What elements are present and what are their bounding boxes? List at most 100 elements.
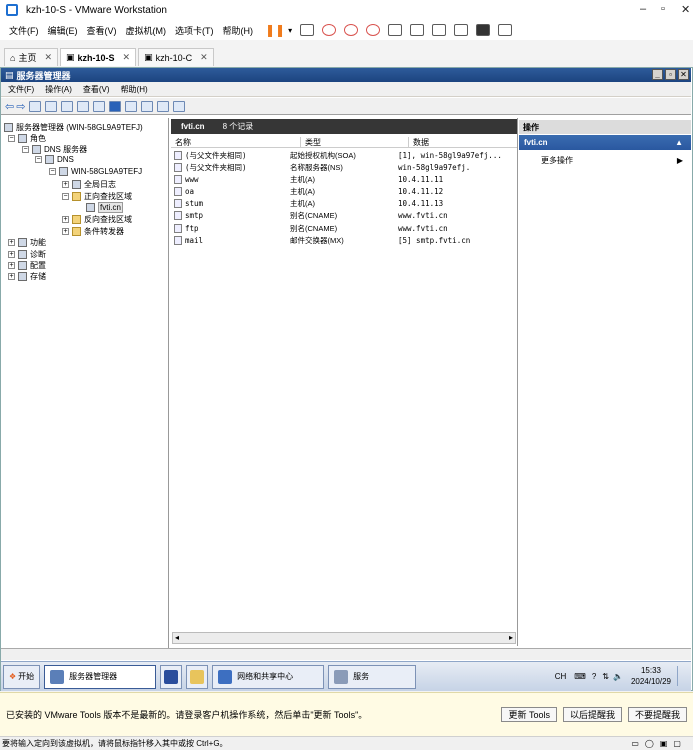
tree-reverse-zones[interactable]: + 反向查找区域 — [62, 214, 132, 225]
restore-icon[interactable]: ▫ — [665, 69, 676, 80]
table-row[interactable]: smtp 别名(CNAME) www.fvti.cn — [174, 209, 514, 221]
collapse-icon[interactable]: − — [49, 168, 56, 175]
taskbar-explorer[interactable] — [186, 664, 209, 689]
horizontal-scrollbar[interactable]: ◂ ▸ — [172, 632, 516, 644]
actions-section[interactable]: fvti.cn ▲ — [519, 135, 691, 150]
stretch-icon[interactable] — [498, 24, 513, 36]
tree-configuration[interactable]: + 配置 — [8, 260, 46, 271]
ime-indicator[interactable]: CH — [555, 672, 567, 681]
close-icon[interactable]: ✕ — [123, 52, 131, 63]
properties-icon[interactable] — [61, 100, 74, 112]
tree-forward-zones[interactable]: − 正向查找区域 — [62, 191, 132, 202]
taskbar-server-manager[interactable]: 服务器管理器 — [44, 664, 157, 689]
help-icon[interactable]: ? — [592, 672, 596, 681]
chevron-down-icon[interactable]: ▾ — [288, 26, 292, 35]
expand-icon[interactable]: + — [62, 216, 69, 223]
network-tray-icon[interactable]: ⇅ — [602, 672, 609, 681]
tab-home[interactable]: ⌂ 主页 ✕ — [4, 48, 58, 66]
collapse-icon[interactable]: − — [35, 156, 42, 163]
fullscreen-icon[interactable] — [432, 24, 447, 36]
pause-icon[interactable]: ❚❚ — [265, 23, 285, 37]
table-row[interactable]: stum 主机(A) 10.4.11.13 — [174, 197, 514, 209]
column-type[interactable]: 类型 — [301, 137, 409, 147]
tree-host[interactable]: − WIN-58GL9A9TEFJ — [49, 167, 142, 176]
library-view-icon[interactable] — [388, 24, 403, 36]
thumbnail-view-icon[interactable] — [410, 24, 425, 36]
tab-kzh-10-s[interactable]: ▣ kzh-10-S ✕ — [60, 48, 137, 66]
export-icon[interactable] — [93, 100, 106, 112]
remind-later-button[interactable]: 以后提醒我 — [562, 707, 622, 722]
tree-zone-fvti[interactable]: fvti.cn — [86, 202, 123, 213]
never-remind-button[interactable]: 不要提醒我 — [627, 707, 687, 722]
expand-icon[interactable]: + — [8, 239, 15, 246]
menu-vm[interactable]: 虚拟机(M) — [126, 24, 167, 37]
expand-icon[interactable]: + — [8, 262, 15, 269]
send-ctrl-alt-del-icon[interactable] — [300, 24, 315, 36]
scroll-right-icon[interactable]: ▸ — [509, 633, 513, 642]
tree-dns-server[interactable]: − DNS 服务器 — [22, 144, 87, 155]
tree-global-logs[interactable]: + 全局日志 — [62, 179, 116, 190]
expand-icon[interactable]: + — [8, 273, 15, 280]
scroll-left-icon[interactable]: ◂ — [175, 633, 179, 642]
collapse-icon[interactable]: − — [8, 135, 15, 142]
device-icons[interactable]: ▭◯▣▢ — [631, 739, 687, 748]
table-row[interactable]: www 主机(A) 10.4.11.11 — [174, 173, 514, 185]
close-icon[interactable]: ✕ — [678, 69, 689, 80]
taskbar-services[interactable]: 服务 — [328, 664, 417, 689]
menu-help[interactable]: 帮助(H) — [223, 24, 254, 37]
menu-view[interactable]: 查看(V) — [87, 24, 117, 37]
keyboard-icon[interactable]: ⌨ — [574, 672, 586, 681]
close-icon[interactable]: ✕ — [44, 52, 52, 63]
more-actions[interactable]: 更多操作 ▶ — [519, 153, 691, 167]
tab-kzh-10-c[interactable]: ▣ kzh-10-C ✕ — [138, 48, 214, 66]
tree-conditional[interactable]: + 条件转发器 — [62, 226, 124, 237]
revert-snapshot-icon[interactable] — [344, 24, 359, 36]
expand-icon[interactable]: + — [62, 181, 69, 188]
close-icon[interactable]: ✕ — [200, 52, 208, 63]
tree-root[interactable]: 服务器管理器 (WIN-58GL9A9TEFJ) — [4, 122, 143, 133]
volume-icon[interactable]: 🔈 — [613, 672, 623, 681]
snapshot-icon[interactable] — [322, 24, 337, 36]
collapse-icon[interactable]: − — [62, 193, 69, 200]
help-icon[interactable] — [109, 100, 122, 112]
expand-icon[interactable]: + — [8, 251, 15, 258]
tree-diagnostics[interactable]: + 诊断 — [8, 249, 46, 260]
tree-roles[interactable]: − 角色 — [8, 133, 46, 144]
mmc-menu-view[interactable]: 查看(V) — [83, 84, 110, 95]
show-desktop-button[interactable] — [677, 666, 687, 686]
minimize-icon[interactable]: _ — [652, 69, 663, 80]
update-tools-button[interactable]: 更新 Tools — [501, 707, 557, 722]
tree-storage[interactable]: + 存储 — [8, 271, 46, 282]
action-pane-icon[interactable] — [125, 100, 138, 112]
list-icon[interactable] — [157, 100, 170, 112]
new-record-icon[interactable] — [141, 100, 154, 112]
column-name[interactable]: 名称 — [171, 137, 301, 147]
up-icon[interactable] — [29, 100, 42, 112]
show-tree-icon[interactable] — [45, 100, 58, 112]
taskbar-powershell[interactable] — [160, 664, 183, 689]
snapshot-manager-icon[interactable] — [366, 24, 381, 36]
minimize-icon[interactable]: – — [640, 3, 646, 15]
menu-tabs[interactable]: 选项卡(T) — [175, 24, 214, 37]
unity-icon[interactable] — [454, 24, 469, 36]
table-row[interactable]: mail 邮件交换器(MX) [5] smtp.fvti.cn — [174, 234, 514, 246]
start-button[interactable]: ❖ 开始 — [3, 664, 41, 689]
table-row[interactable]: (与父文件夹相同) 起始授权机构(SOA) [1], win-58gl9a97e… — [174, 149, 514, 161]
menu-edit[interactable]: 编辑(E) — [48, 24, 78, 37]
tree-dns[interactable]: − DNS — [35, 155, 74, 164]
back-icon[interactable]: ⇦ — [5, 100, 14, 113]
collapse-up-icon[interactable]: ▲ — [675, 138, 683, 147]
mmc-menu-help[interactable]: 帮助(H) — [121, 84, 148, 95]
forward-icon[interactable]: ⇨ — [16, 100, 25, 113]
expand-icon[interactable]: + — [62, 228, 69, 235]
maximize-icon[interactable]: ▫ — [661, 3, 665, 15]
table-row[interactable]: ftp 别名(CNAME) www.fvti.cn — [174, 222, 514, 234]
taskbar-network-center[interactable]: 网络和共享中心 — [212, 664, 325, 689]
close-icon[interactable]: ✕ — [681, 3, 690, 16]
clock[interactable]: 15:33 2024/10/29 — [631, 665, 671, 687]
console-icon[interactable] — [476, 24, 491, 36]
table-row[interactable]: oa 主机(A) 10.4.11.12 — [174, 185, 514, 197]
collapse-icon[interactable]: − — [22, 146, 29, 153]
column-data[interactable]: 数据 — [409, 137, 517, 147]
table-row[interactable]: (与父文件夹相同) 名称服务器(NS) win-58gl9a97efj. — [174, 161, 514, 173]
